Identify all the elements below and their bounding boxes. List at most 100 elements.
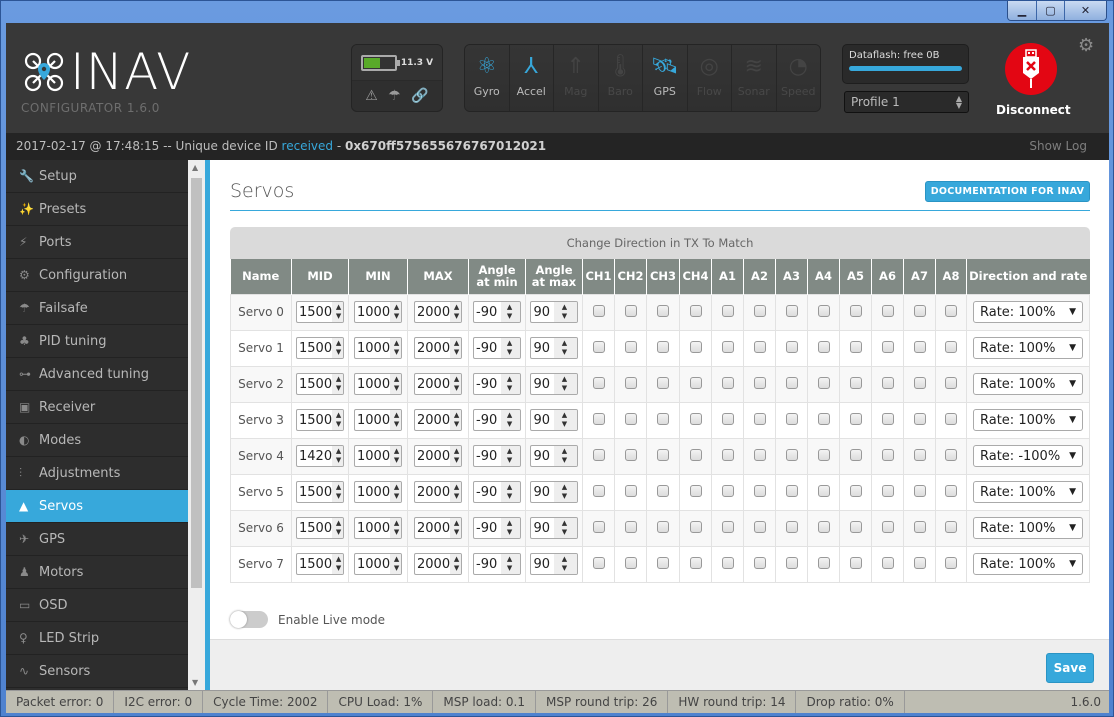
channel-checkbox[interactable]: [881, 376, 894, 389]
channel-checkbox[interactable]: [817, 340, 830, 353]
mid-input[interactable]: 1500 ▲ ▼: [296, 373, 344, 395]
spinner-icon[interactable]: ▲ ▼: [450, 446, 461, 466]
channel-checkbox[interactable]: [785, 484, 798, 497]
angle-min-input[interactable]: -90 ▲ ▼: [473, 445, 521, 467]
channel-checkbox[interactable]: [689, 376, 702, 389]
min-input[interactable]: 1000 ▲ ▼: [354, 301, 402, 323]
mid-input[interactable]: 1500 ▲ ▼: [296, 517, 344, 539]
spinner-icon[interactable]: ▲ ▼: [390, 302, 401, 322]
channel-checkbox[interactable]: [624, 556, 637, 569]
spinner-icon[interactable]: ▲ ▼: [390, 482, 401, 502]
channel-checkbox[interactable]: [817, 448, 830, 461]
channel-checkbox[interactable]: [881, 412, 894, 425]
channel-checkbox[interactable]: [721, 484, 734, 497]
spinner-icon[interactable]: ▲ ▼: [332, 338, 343, 358]
max-input[interactable]: 2000 ▲ ▼: [414, 301, 462, 323]
angle-max-input[interactable]: 90 ▲ ▼: [530, 301, 578, 323]
min-input[interactable]: 1000 ▲ ▼: [354, 409, 402, 431]
sidebar-item-presets[interactable]: ✨ Presets: [6, 193, 188, 226]
spinner-icon[interactable]: ▲ ▼: [554, 338, 577, 358]
angle-min-input[interactable]: -90 ▲ ▼: [473, 337, 521, 359]
spinner-icon[interactable]: ▲ ▼: [450, 338, 461, 358]
spinner-icon[interactable]: ▲ ▼: [501, 446, 520, 466]
channel-checkbox[interactable]: [849, 376, 862, 389]
channel-checkbox[interactable]: [689, 448, 702, 461]
channel-checkbox[interactable]: [657, 484, 669, 497]
live-mode-toggle[interactable]: [230, 611, 268, 628]
angle-max-input[interactable]: 90 ▲ ▼: [530, 445, 578, 467]
channel-checkbox[interactable]: [657, 376, 669, 389]
min-input[interactable]: 1000 ▲ ▼: [354, 553, 402, 575]
sidebar-item-sensors[interactable]: ∿ Sensors: [6, 655, 188, 688]
channel-checkbox[interactable]: [849, 340, 862, 353]
spinner-icon[interactable]: ▲ ▼: [332, 374, 343, 394]
angle-min-input[interactable]: -90 ▲ ▼: [473, 481, 521, 503]
spinner-icon[interactable]: ▲ ▼: [501, 374, 520, 394]
channel-checkbox[interactable]: [624, 448, 637, 461]
channel-checkbox[interactable]: [849, 304, 862, 317]
channel-checkbox[interactable]: [753, 340, 766, 353]
channel-checkbox[interactable]: [945, 304, 957, 317]
min-input[interactable]: 1000 ▲ ▼: [354, 445, 402, 467]
rate-select[interactable]: Rate: -100% ▼: [973, 445, 1083, 467]
rate-select[interactable]: Rate: 100% ▼: [973, 409, 1083, 431]
sidebar-item-motors[interactable]: ♟ Motors: [6, 556, 188, 589]
sidebar-item-osd[interactable]: ▭ OSD: [6, 589, 188, 622]
channel-checkbox[interactable]: [721, 448, 734, 461]
channel-checkbox[interactable]: [592, 520, 605, 533]
channel-checkbox[interactable]: [657, 340, 669, 353]
channel-checkbox[interactable]: [753, 304, 766, 317]
spinner-icon[interactable]: ▲ ▼: [501, 338, 520, 358]
channel-checkbox[interactable]: [689, 556, 702, 569]
spinner-icon[interactable]: ▲ ▼: [554, 554, 577, 574]
rate-select[interactable]: Rate: 100% ▼: [973, 481, 1083, 503]
channel-checkbox[interactable]: [817, 520, 830, 533]
channel-checkbox[interactable]: [657, 520, 669, 533]
angle-max-input[interactable]: 90 ▲ ▼: [530, 409, 578, 431]
rate-select[interactable]: Rate: 100% ▼: [973, 337, 1083, 359]
channel-checkbox[interactable]: [592, 412, 605, 425]
spinner-icon[interactable]: ▲ ▼: [450, 302, 461, 322]
mid-input[interactable]: 1500 ▲ ▼: [296, 409, 344, 431]
channel-checkbox[interactable]: [913, 520, 926, 533]
scroll-up-icon[interactable]: ▲: [192, 163, 198, 172]
channel-checkbox[interactable]: [849, 556, 862, 569]
min-input[interactable]: 1000 ▲ ▼: [354, 517, 402, 539]
channel-checkbox[interactable]: [817, 304, 830, 317]
channel-checkbox[interactable]: [785, 412, 798, 425]
channel-checkbox[interactable]: [881, 448, 894, 461]
angle-min-input[interactable]: -90 ▲ ▼: [473, 553, 521, 575]
spinner-icon[interactable]: ▲ ▼: [332, 554, 343, 574]
angle-min-input[interactable]: -90 ▲ ▼: [473, 301, 521, 323]
spinner-icon[interactable]: ▲ ▼: [332, 518, 343, 538]
spinner-icon[interactable]: ▲ ▼: [450, 410, 461, 430]
save-button[interactable]: Save: [1046, 653, 1094, 683]
channel-checkbox[interactable]: [624, 484, 637, 497]
channel-checkbox[interactable]: [689, 412, 702, 425]
settings-gear-icon[interactable]: ⚙: [1078, 35, 1094, 56]
mid-input[interactable]: 1500 ▲ ▼: [296, 553, 344, 575]
spinner-icon[interactable]: ▲ ▼: [450, 482, 461, 502]
spinner-icon[interactable]: ▲ ▼: [554, 518, 577, 538]
channel-checkbox[interactable]: [913, 448, 926, 461]
channel-checkbox[interactable]: [689, 484, 702, 497]
close-button[interactable]: ✕: [1064, 1, 1106, 20]
channel-checkbox[interactable]: [592, 484, 605, 497]
channel-checkbox[interactable]: [881, 340, 894, 353]
angle-max-input[interactable]: 90 ▲ ▼: [530, 337, 578, 359]
channel-checkbox[interactable]: [657, 412, 669, 425]
angle-min-input[interactable]: -90 ▲ ▼: [473, 409, 521, 431]
channel-checkbox[interactable]: [881, 484, 894, 497]
channel-checkbox[interactable]: [689, 340, 702, 353]
spinner-icon[interactable]: ▲ ▼: [554, 446, 577, 466]
mid-input[interactable]: 1420 ▲ ▼: [296, 445, 344, 467]
channel-checkbox[interactable]: [753, 448, 766, 461]
channel-checkbox[interactable]: [913, 412, 926, 425]
channel-checkbox[interactable]: [913, 484, 926, 497]
channel-checkbox[interactable]: [945, 340, 957, 353]
channel-checkbox[interactable]: [657, 556, 669, 569]
sidebar-item-pid-tuning[interactable]: ♣ PID tuning: [6, 325, 188, 358]
max-input[interactable]: 2000 ▲ ▼: [414, 373, 462, 395]
documentation-button[interactable]: DOCUMENTATION FOR INAV: [925, 181, 1090, 202]
sidebar-item-setup[interactable]: 🔧 Setup: [6, 160, 188, 193]
